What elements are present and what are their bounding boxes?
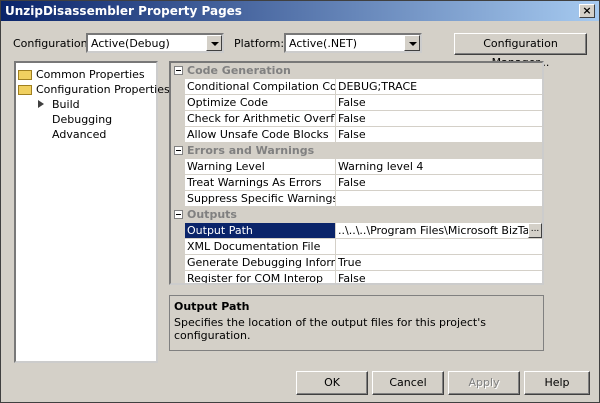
description-text: Specifies the location of the output fil… — [174, 316, 486, 342]
property-row[interactable]: Generate Debugging Information True — [171, 255, 542, 271]
property-name: Output Path — [185, 223, 336, 239]
property-value[interactable]: False — [336, 271, 542, 283]
tree-item-label: Common Properties — [36, 68, 145, 81]
property-row[interactable]: Treat Warnings As Errors False — [171, 175, 542, 191]
property-value[interactable] — [336, 239, 542, 255]
configuration-dropdown[interactable]: Active(Debug) — [86, 33, 224, 53]
selected-arrow-icon — [38, 100, 44, 108]
property-row[interactable]: Optimize Code False — [171, 95, 542, 111]
property-row[interactable]: Register for COM Interop False — [171, 271, 542, 283]
property-value[interactable]: False — [336, 127, 542, 143]
chevron-down-icon[interactable] — [404, 35, 420, 51]
property-row[interactable]: Allow Unsafe Code Blocks False — [171, 127, 542, 143]
cancel-button[interactable]: Cancel — [372, 371, 444, 395]
property-name: Suppress Specific Warnings — [185, 191, 336, 207]
property-name: Conditional Compilation Constant — [185, 79, 336, 95]
property-grid: Code Generation Conditional Compilation … — [169, 61, 544, 285]
output-path-field[interactable]: ..\..\..\Program Files\Microsoft BizTalk… — [336, 223, 542, 239]
apply-button[interactable]: Apply — [448, 371, 520, 395]
platform-label: Platform: — [234, 37, 285, 50]
property-pages-dialog: UnzipDisassembler Property Pages × Confi… — [0, 0, 600, 403]
platform-value: Active(.NET) — [289, 37, 358, 50]
property-row[interactable]: XML Documentation File — [171, 239, 542, 255]
browse-button[interactable]: ... — [528, 223, 542, 238]
category-label: Errors and Warnings — [187, 144, 315, 157]
navigation-tree: Common Properties Configuration Properti… — [14, 61, 170, 363]
property-value[interactable] — [336, 191, 542, 207]
property-row-selected[interactable]: Output Path ..\..\..\Program Files\Micro… — [171, 223, 542, 239]
category-label: Outputs — [187, 208, 237, 221]
property-name: Treat Warnings As Errors — [185, 175, 336, 191]
configuration-manager-button[interactable]: Configuration Manager... — [454, 33, 587, 69]
property-row[interactable]: Suppress Specific Warnings — [171, 191, 542, 207]
property-name: Warning Level — [185, 159, 336, 175]
folder-open-icon — [18, 85, 32, 95]
tree-item-label: Advanced — [52, 128, 107, 141]
property-name: Allow Unsafe Code Blocks — [185, 127, 336, 143]
property-name: XML Documentation File — [185, 239, 336, 255]
tree-item-label: Debugging — [52, 113, 113, 126]
chevron-down-icon[interactable] — [206, 35, 222, 51]
property-value[interactable]: DEBUG;TRACE — [336, 79, 542, 95]
property-value[interactable]: False — [336, 95, 542, 111]
property-value[interactable]: Warning level 4 — [336, 159, 542, 175]
category-label: Code Generation — [187, 64, 291, 77]
title-bar: UnzipDisassembler Property Pages × — [1, 1, 599, 21]
property-name: Register for COM Interop — [185, 271, 336, 283]
property-row[interactable]: Conditional Compilation Constant DEBUG;T… — [171, 79, 542, 95]
property-name: Generate Debugging Information — [185, 255, 336, 271]
category-errors-and-warnings[interactable]: Errors and Warnings — [171, 143, 542, 159]
property-value[interactable]: False — [336, 111, 542, 127]
configuration-label: Configuration: — [13, 37, 92, 50]
collapse-icon[interactable] — [174, 210, 183, 219]
window-title: UnzipDisassembler Property Pages — [5, 4, 242, 18]
ok-button[interactable]: OK — [296, 371, 368, 395]
category-code-generation[interactable]: Code Generation — [171, 63, 542, 79]
property-value[interactable]: True — [336, 255, 542, 271]
property-row[interactable]: Check for Arithmetic Overflow/Ur False — [171, 111, 542, 127]
close-button[interactable]: × — [579, 4, 595, 18]
collapse-icon[interactable] — [174, 66, 183, 75]
description-title: Output Path — [174, 300, 250, 313]
platform-dropdown[interactable]: Active(.NET) — [284, 33, 422, 53]
property-value[interactable]: False — [336, 175, 542, 191]
category-outputs[interactable]: Outputs — [171, 207, 542, 223]
property-name: Optimize Code — [185, 95, 336, 111]
description-panel: Output Path Specifies the location of th… — [169, 295, 544, 351]
tree-item-label: Build — [52, 98, 80, 111]
help-button[interactable]: Help — [524, 371, 590, 395]
configuration-value: Active(Debug) — [91, 37, 170, 50]
tree-item-label: Configuration Properties — [36, 83, 170, 96]
folder-icon — [18, 70, 32, 80]
property-name: Check for Arithmetic Overflow/Ur — [185, 111, 336, 127]
property-row[interactable]: Warning Level Warning level 4 — [171, 159, 542, 175]
collapse-icon[interactable] — [174, 146, 183, 155]
